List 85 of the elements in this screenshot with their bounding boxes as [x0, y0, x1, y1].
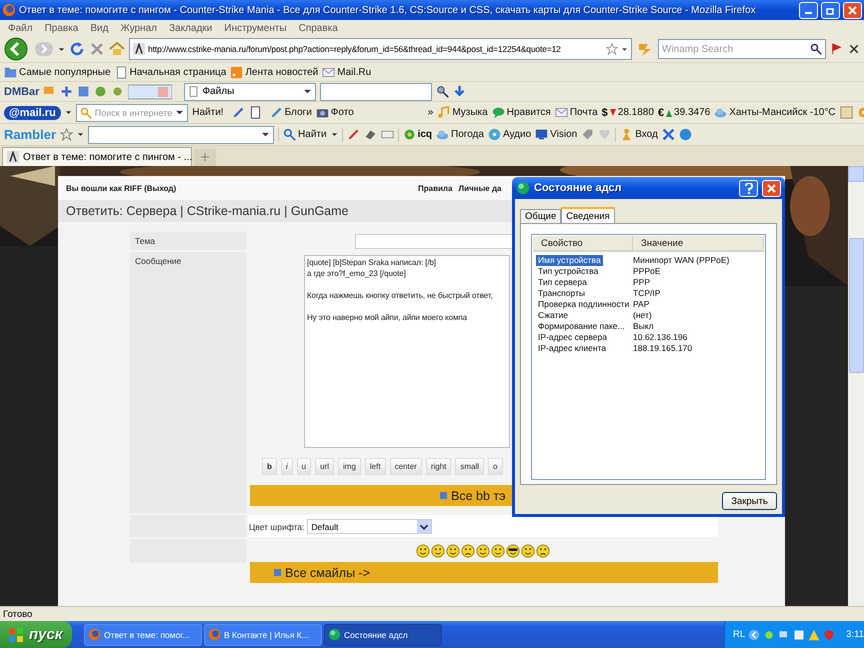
bookmark-link[interactable]: Лента новостей: [245, 66, 318, 78]
color-dropdown[interactable]: Default: [307, 519, 432, 534]
currency-symbol: $: [602, 106, 608, 118]
language-indicator[interactable]: RL: [733, 629, 746, 640]
toolbar-link[interactable]: Погода: [451, 129, 484, 140]
toolbar-link[interactable]: icq: [418, 129, 432, 140]
property-name[interactable]: Имя устройства: [536, 255, 603, 266]
menu-item[interactable]: Справка: [292, 22, 344, 34]
field-label: Сообщение: [135, 256, 182, 266]
menu-item[interactable]: Журнал: [114, 22, 163, 34]
toolbar-link[interactable]: Почта: [570, 107, 598, 118]
property-value: PPP: [633, 277, 652, 288]
browser-tab[interactable]: Ответ в теме: помогите с пингом - ...: [2, 147, 192, 166]
format-button[interactable]: u: [296, 458, 312, 475]
toolbar-link[interactable]: Аудио: [502, 129, 532, 140]
close-dialog-button[interactable]: Закрыть: [722, 492, 777, 510]
message-field[interactable]: [quote] [b]Stepan Sraka написал: [/b] а где это?f_emo_23 [/quote] Когда нажмешь кнопку ответить, не быстрый ответ, Ну это наверно мой айпи, айпи моего компа: [304, 255, 510, 448]
dialog-title: Состояние адсл: [534, 182, 623, 194]
property-name[interactable]: Формирование паке...: [536, 321, 627, 332]
window-title: Ответ в теме: помогите с пингом - Counter-Strike Mania - Все для Counter-Strike 1.6, CS:Source и CSS, скачать карты для Counter-Strike Source - Mozilla Firefox: [19, 4, 757, 16]
property-name[interactable]: Сжатие: [536, 310, 570, 321]
login-status: Вы вошли как RIFF (Выход): [66, 184, 178, 192]
bookmark-link[interactable]: Mail.Ru: [337, 66, 372, 78]
address-field[interactable]: http://www.cstrike-mania.ru/forum/post.php?action=reply&forum_id=56&thread_id=944&post_id=12254&quote=12: [129, 38, 632, 60]
taskbar-button[interactable]: В Контакте | Илья К...: [204, 624, 322, 646]
menu-item[interactable]: Закладки: [162, 22, 218, 34]
bookmark-link[interactable]: Начальная страница: [130, 66, 226, 78]
toolbar-link[interactable]: Фото: [330, 107, 354, 118]
files-dropdown[interactable]: Файлы: [184, 82, 316, 100]
column-header[interactable]: Свойство: [533, 236, 633, 252]
find-button[interactable]: Найти: [298, 129, 327, 140]
property-name[interactable]: Тип сервера: [536, 277, 589, 288]
exchange-rate[interactable]: 28.1880: [618, 107, 654, 118]
toolbar-link[interactable]: Ханты-Мансийск -10°C: [729, 107, 836, 118]
property-name[interactable]: Проверка подлинности: [536, 299, 632, 310]
toolbar-link[interactable]: Блоги: [284, 107, 312, 118]
format-button[interactable]: o: [488, 458, 502, 475]
column-header[interactable]: Значение: [633, 236, 764, 252]
property-name[interactable]: IP-адрес сервера: [536, 332, 609, 343]
property-value: TCP/IP: [633, 288, 662, 299]
nav-link[interactable]: Личные да: [458, 184, 502, 192]
nav-link[interactable]: Правила: [418, 184, 452, 192]
menu-item[interactable]: Вид: [84, 22, 114, 34]
toolbar-logo[interactable]: @mail.ru: [4, 106, 61, 120]
format-button[interactable]: center: [390, 458, 422, 475]
format-button[interactable]: img: [338, 458, 361, 475]
toolbar-logo: DMBar: [4, 86, 40, 98]
taskbar-button[interactable]: Ответ в теме: помог...: [84, 624, 202, 646]
property-value: PAP: [633, 299, 650, 310]
format-button[interactable]: i: [280, 458, 293, 475]
toolbar-link[interactable]: Vision: [550, 129, 578, 140]
toolbar-link[interactable]: Нравится: [506, 107, 551, 118]
menu-item[interactable]: Правка: [38, 22, 84, 34]
status-text: Готово: [3, 608, 32, 620]
find-button[interactable]: Найти!: [192, 107, 224, 118]
toolbar-link[interactable]: Музыка: [452, 107, 488, 118]
dialog-tab[interactable]: Сведения: [561, 207, 615, 223]
taskbar-button[interactable]: Состояние адсл: [324, 624, 442, 646]
login-link[interactable]: Вход: [635, 129, 658, 140]
property-value: Выкл: [633, 321, 655, 332]
format-button[interactable]: b: [262, 458, 277, 475]
property-name[interactable]: Транспорты: [536, 288, 587, 299]
format-button[interactable]: left: [364, 458, 386, 475]
format-button[interactable]: small: [455, 458, 484, 475]
page-heading: Ответить: Сервера | CStrike-mania.ru | GunGame: [66, 204, 348, 218]
dialog-tab[interactable]: Общие: [520, 209, 562, 223]
property-value: (нет): [633, 310, 653, 321]
menu-item[interactable]: Файл: [2, 22, 39, 34]
property-name[interactable]: Тип устройства: [536, 266, 600, 277]
property-name[interactable]: IP-адрес клиента: [536, 343, 608, 354]
clock: 3:11: [846, 629, 864, 640]
property-value: 188.19.165.170: [633, 343, 694, 354]
field-label: Цвет шрифта:: [249, 522, 304, 532]
property-value: 10.62.136.196: [633, 332, 688, 343]
format-button[interactable]: right: [426, 458, 452, 475]
bookmark-link[interactable]: Самые популярные: [19, 66, 111, 78]
property-value: PPPoE: [633, 266, 662, 277]
more-button[interactable]: »: [428, 107, 434, 118]
format-button[interactable]: url: [315, 458, 334, 475]
currency-symbol: €: [658, 106, 664, 118]
property-value: Минипорт WAN (PPPoE): [633, 255, 730, 266]
menu-item[interactable]: Инструменты: [218, 22, 293, 34]
smileys-bar[interactable]: Все смайлы ->: [250, 562, 718, 583]
field-label: Тема: [135, 236, 156, 246]
exchange-rate[interactable]: 39.3476: [674, 107, 710, 118]
